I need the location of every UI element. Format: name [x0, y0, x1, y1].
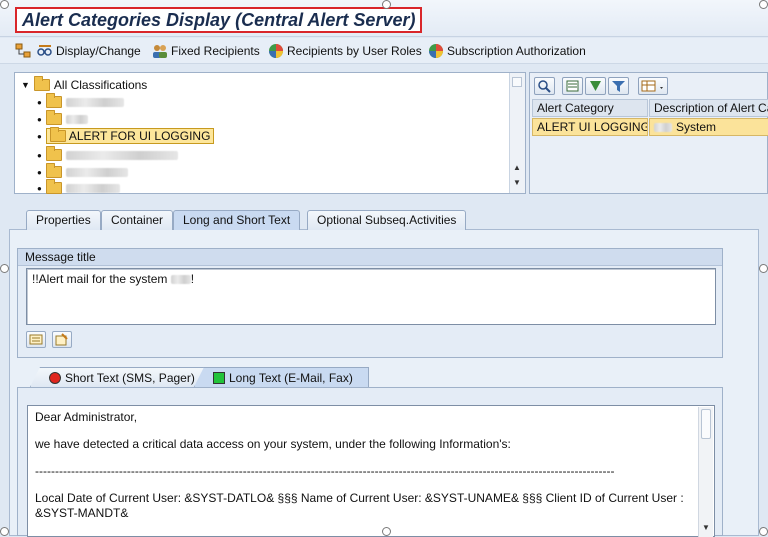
cell-alert-category[interactable]: ALERT UI LOGGING	[532, 118, 648, 136]
cell-description[interactable]: System	[649, 118, 768, 136]
tree-item-selected[interactable]: ● ALERT FOR UI LOGGING	[37, 127, 215, 144]
column-alert-category[interactable]: Alert Category	[532, 99, 648, 117]
long-text-group: Dear Administrator, we have detected a c…	[17, 387, 723, 537]
folder-icon	[45, 146, 62, 161]
resize-handle-bottom-left[interactable]	[0, 527, 9, 536]
long-text-fields-continued: &SYST-MANDT&	[35, 506, 129, 520]
folder-icon	[49, 127, 66, 142]
resize-handle-top[interactable]	[382, 0, 391, 9]
insert-variable-button[interactable]	[26, 331, 46, 348]
tab-long-text-label: Long Text (E-Mail, Fax)	[229, 370, 353, 385]
tab-optional-subseq-activities[interactable]: Optional Subseq.Activities	[307, 210, 467, 230]
sort-icon	[590, 81, 601, 91]
message-title-header: Message title	[18, 249, 722, 266]
tab-short-text-label: Short Text (SMS, Pager)	[65, 370, 195, 385]
application-toolbar: Display/Change Fixed Recipients Recipien…	[0, 38, 768, 64]
folder-icon	[45, 163, 62, 178]
message-title-suffix: !	[190, 272, 195, 286]
classification-tree: ▼ All Classifications ● ● ● ALERT FOR UI…	[14, 72, 526, 194]
magnifier-icon	[538, 80, 551, 93]
recipients-by-roles-label: Recipients by User Roles	[287, 44, 422, 58]
selected-node-label: ALERT FOR UI LOGGING	[68, 129, 211, 143]
redacted-label	[65, 150, 178, 160]
redacted-system-id	[170, 275, 191, 285]
scroll-down-icon[interactable]: ▼	[702, 523, 710, 532]
tree-item[interactable]: ●	[37, 179, 120, 196]
filter-button[interactable]	[608, 77, 629, 95]
long-text-fields: Local Date of Current User: &SYST-DATLO&…	[35, 491, 684, 505]
folder-icon	[45, 110, 62, 125]
red-status-icon	[49, 371, 61, 384]
window-title: Alert Categories Display (Central Alert …	[15, 7, 423, 33]
long-text-scrollbar[interactable]: ▼	[698, 407, 713, 537]
layout-button[interactable]	[638, 77, 668, 95]
edit-text-icon	[55, 333, 68, 346]
roles-icon	[268, 43, 284, 59]
tree-item[interactable]: ●	[37, 93, 124, 110]
selected-node[interactable]: ALERT FOR UI LOGGING	[45, 127, 215, 144]
long-text-editor[interactable]: Dear Administrator, we have detected a c…	[27, 405, 715, 537]
scroll-down-icon[interactable]: ▼	[513, 178, 521, 187]
resize-handle-right[interactable]	[759, 264, 768, 273]
filter-icon	[612, 81, 625, 92]
message-title-prefix: !!Alert mail for the system	[32, 272, 171, 286]
insert-icon	[29, 334, 43, 345]
tree-scrollbar[interactable]: ▲ ▼	[509, 73, 525, 193]
resize-handle-bottom[interactable]	[382, 527, 391, 536]
message-title-group: Message title !!Alert mail for the syste…	[17, 248, 723, 358]
glasses-pencil-icon	[37, 43, 53, 59]
resize-handle-bottom-right[interactable]	[759, 527, 768, 536]
print-button[interactable]	[562, 77, 583, 95]
display-change-button[interactable]: Display/Change	[37, 41, 141, 61]
fixed-recipients-label: Fixed Recipients	[171, 44, 260, 58]
tree-scrollbar-grip[interactable]	[512, 77, 522, 87]
redacted-label	[654, 122, 672, 132]
long-text-greeting: Dear Administrator,	[35, 410, 138, 424]
print-icon	[566, 80, 579, 92]
cell-description-text: System	[676, 120, 717, 134]
authorization-icon	[428, 43, 444, 59]
expand-arrow-icon[interactable]: ▼	[21, 80, 30, 90]
tree-item[interactable]: ●	[37, 146, 178, 163]
tab-long-text[interactable]: Long Text (E-Mail, Fax)	[194, 367, 369, 387]
long-text-scroll-thumb[interactable]	[701, 409, 711, 439]
users-icon	[152, 43, 168, 59]
edit-text-button[interactable]	[52, 331, 72, 348]
fixed-recipients-button[interactable]: Fixed Recipients	[152, 41, 260, 61]
layout-icon	[641, 80, 663, 92]
resize-handle-left[interactable]	[0, 264, 9, 273]
tab-container[interactable]: Container	[101, 210, 174, 230]
redacted-label	[65, 97, 124, 107]
tree-root-label: All Classifications	[53, 78, 148, 92]
details-button[interactable]	[534, 77, 555, 95]
tree-item[interactable]: ●	[37, 163, 128, 180]
folder-open-icon	[33, 76, 50, 91]
green-status-icon	[213, 371, 225, 384]
display-change-label: Display/Change	[56, 44, 141, 58]
message-title-field[interactable]: !!Alert mail for the system !	[26, 268, 716, 325]
hierarchy-button[interactable]	[15, 41, 31, 61]
folder-icon	[45, 179, 62, 194]
tree-root[interactable]: ▼ All Classifications	[21, 76, 148, 93]
column-description[interactable]: Description of Alert Cat	[649, 99, 768, 117]
redacted-label	[65, 114, 88, 124]
tab-properties[interactable]: Properties	[26, 210, 101, 230]
long-text-separator: ----------------------------------------…	[35, 464, 615, 478]
tab-long-and-short-text[interactable]: Long and Short Text	[173, 210, 301, 230]
alert-category-grid: Alert Category Description of Alert Cat …	[529, 72, 768, 194]
sort-button[interactable]	[585, 77, 606, 95]
folder-icon	[45, 93, 62, 108]
subscription-authorization-label: Subscription Authorization	[447, 44, 586, 58]
tab-short-text[interactable]: Short Text (SMS, Pager)	[30, 367, 206, 387]
redacted-label	[65, 167, 128, 177]
resize-handle-top-right[interactable]	[759, 0, 768, 9]
recipients-by-roles-button[interactable]: Recipients by User Roles	[268, 41, 422, 61]
redacted-label	[65, 183, 120, 193]
scroll-up-icon[interactable]: ▲	[513, 163, 521, 172]
hierarchy-icon	[15, 43, 31, 59]
tree-item[interactable]: ●	[37, 110, 88, 127]
long-text-intro: we have detected a critical data access …	[35, 437, 511, 451]
resize-handle-top-left[interactable]	[0, 0, 9, 9]
subscription-authorization-button[interactable]: Subscription Authorization	[428, 41, 586, 61]
